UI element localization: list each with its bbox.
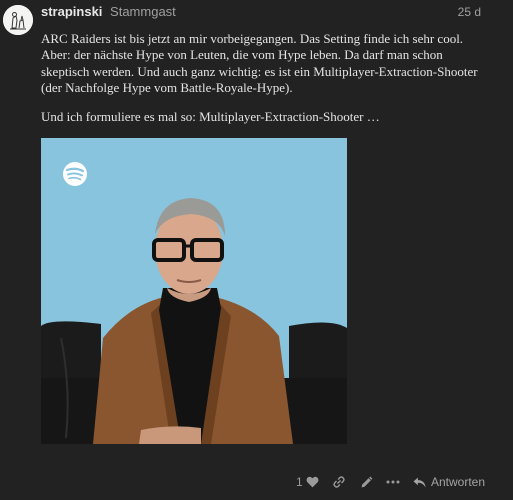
embedded-gif[interactable]	[41, 138, 347, 444]
edit-button[interactable]	[356, 472, 376, 492]
pencil-icon	[361, 476, 372, 487]
avatar[interactable]	[3, 5, 33, 35]
username[interactable]: strapinski	[41, 4, 102, 19]
gif-image	[41, 138, 347, 444]
reply-button[interactable]: Antworten	[413, 472, 485, 492]
post-meta: strapinski Stammgast	[41, 4, 176, 20]
link-icon	[333, 476, 345, 488]
spotify-icon	[63, 162, 87, 186]
forum-post: strapinski Stammgast 25 d ARC Raiders is…	[0, 0, 513, 500]
like-button[interactable]: 1	[296, 472, 319, 492]
like-count: 1	[296, 475, 303, 489]
copy-link-button[interactable]	[329, 472, 349, 492]
post-paragraph: Und ich formuliere es mal so: Multiplaye…	[41, 109, 380, 124]
reply-label: Antworten	[431, 475, 486, 489]
post-body: ARC Raiders ist bis jetzt an mir vorbeig…	[41, 31, 489, 124]
avatar-drawing-icon	[3, 5, 33, 35]
reply-arrow-icon	[413, 477, 426, 487]
more-actions-button[interactable]	[383, 472, 403, 492]
heart-icon	[306, 476, 319, 488]
post-paragraph: ARC Raiders ist bis jetzt an mir vorbeig…	[41, 31, 478, 95]
user-title: Stammgast	[110, 4, 176, 19]
post-age[interactable]: 25 d	[458, 4, 481, 20]
ellipsis-icon	[386, 480, 400, 484]
